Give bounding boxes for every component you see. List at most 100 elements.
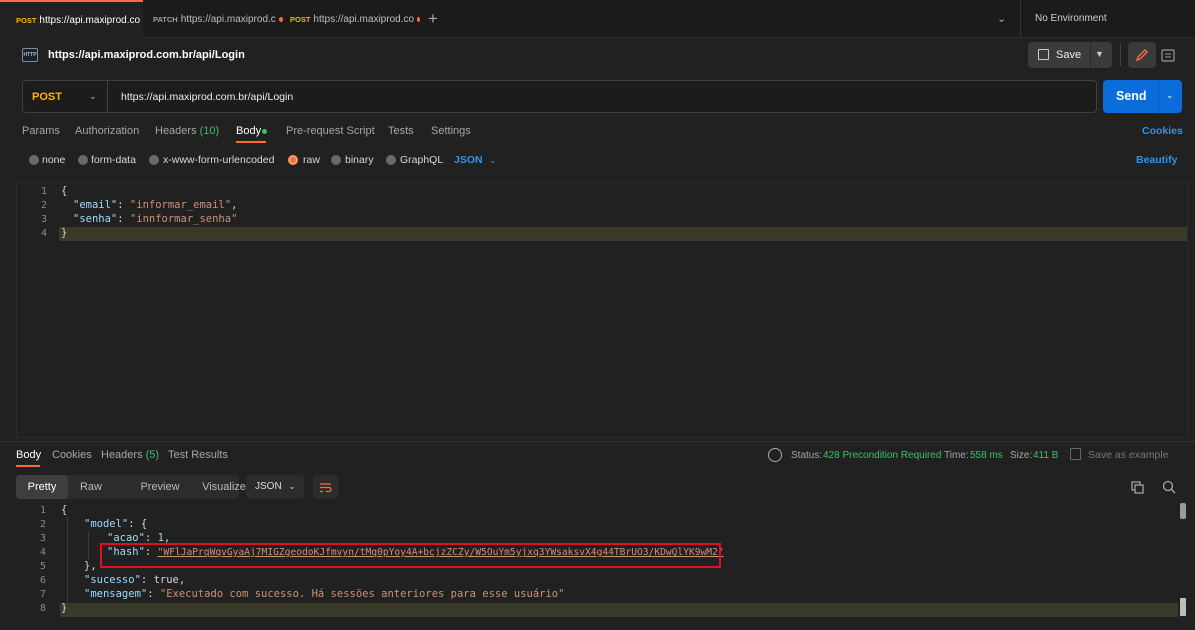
tab-method: POST: [16, 15, 37, 25]
radio-none-label: none: [42, 154, 66, 166]
radio-raw[interactable]: [288, 155, 298, 165]
code-line: "sucesso": true,: [84, 574, 186, 586]
current-line-highlight: [59, 227, 1187, 241]
request-tab-1[interactable]: POST https://api.maxiprod.co: [0, 0, 143, 38]
response-tab-cookies[interactable]: Cookies: [52, 449, 92, 461]
response-format-select[interactable]: JSON ⌄: [246, 475, 304, 499]
radio-raw-label: raw: [303, 154, 320, 166]
response-tab-test-results[interactable]: Test Results: [168, 449, 228, 461]
tab-method: POST: [290, 14, 311, 24]
comments-icon[interactable]: [1158, 44, 1178, 66]
size-value[interactable]: 411 B: [1033, 450, 1058, 461]
indent-guide: [67, 517, 68, 603]
tab-body[interactable]: Body: [236, 125, 261, 137]
code-line: "mensagem": "Executado com sucesso. Há s…: [84, 588, 565, 600]
line-number: 4: [40, 228, 47, 239]
active-tab-underline: [16, 465, 40, 467]
radio-graphql[interactable]: [386, 155, 396, 165]
tab-params[interactable]: Params: [22, 125, 60, 137]
copy-icon[interactable]: [1131, 481, 1144, 497]
send-options-chevron-down-icon[interactable]: ⌄: [1166, 90, 1174, 101]
new-tab-plus-icon[interactable]: +: [428, 9, 438, 29]
tab-settings[interactable]: Settings: [431, 125, 471, 137]
url-bar: POST ⌄ https://api.maxiprod.com.br/api/L…: [22, 80, 1097, 113]
save-icon: [1038, 49, 1049, 60]
headers-count: (10): [199, 125, 220, 137]
tab-url: https://api.maxiprod.co: [39, 14, 141, 26]
scrollbar-thumb[interactable]: [1180, 598, 1186, 616]
save-as-example-button[interactable]: Save as example: [1088, 449, 1169, 461]
divider: [1090, 42, 1091, 68]
code-line: "model": {: [84, 518, 148, 530]
edit-pencil-icon[interactable]: [1128, 42, 1156, 68]
radio-urlencoded-label: x-www-form-urlencoded: [163, 154, 275, 166]
size-label: Size:: [1010, 450, 1033, 461]
view-visualize-button[interactable]: Visualize: [196, 475, 252, 499]
url-input[interactable]: https://api.maxiprod.com.br/api/Login: [121, 91, 293, 103]
line-number: 3: [40, 214, 47, 225]
divider: [1158, 80, 1159, 113]
line-number: 4: [39, 547, 46, 558]
response-format-label: JSON: [255, 481, 282, 492]
chevron-down-icon: ⌄: [288, 481, 296, 491]
line-number: 6: [39, 575, 46, 586]
wrap-lines-icon[interactable]: [313, 475, 338, 499]
search-icon[interactable]: [1162, 480, 1176, 497]
radio-none[interactable]: [29, 155, 39, 165]
code-line: {: [61, 185, 67, 197]
view-preview-button[interactable]: Preview: [120, 475, 200, 499]
active-tab-underline: [236, 141, 266, 143]
environment-selector[interactable]: No Environment: [1035, 13, 1107, 24]
tab-tests[interactable]: Tests: [388, 125, 414, 137]
cookies-link[interactable]: Cookies: [1142, 125, 1183, 137]
request-body-editor[interactable]: 1 2 3 4 { "email": "informar_email", "se…: [16, 182, 1188, 438]
save-options-chevron-down-icon[interactable]: ▼: [1095, 49, 1104, 59]
json-brace: {: [61, 504, 68, 516]
tab-headers[interactable]: Headers (10): [155, 125, 219, 137]
line-number: 1: [39, 505, 46, 516]
response-tab-headers[interactable]: Headers (5): [101, 449, 159, 461]
save-example-icon: [1070, 448, 1081, 460]
request-title[interactable]: https://api.maxiprod.com.br/api/Login: [48, 49, 245, 61]
radio-urlencoded[interactable]: [149, 155, 159, 165]
response-tab-body[interactable]: Body: [16, 449, 41, 461]
status-label: Status:: [791, 450, 823, 461]
radio-form-data-label: form-data: [91, 154, 136, 166]
json-brace: }: [61, 602, 68, 614]
json-key: "mensagem": [84, 588, 148, 600]
response-headers-count: (5): [145, 449, 160, 461]
save-button[interactable]: Save ▼: [1028, 42, 1112, 68]
response-view-switcher: Pretty Raw Preview Visualize: [16, 475, 246, 499]
radio-binary[interactable]: [331, 155, 341, 165]
code-line: "senha": "innformar_senha": [73, 213, 238, 225]
scrollbar-thumb[interactable]: [1180, 503, 1186, 519]
body-format-select[interactable]: JSON: [454, 154, 483, 166]
globe-icon[interactable]: [768, 448, 782, 462]
view-pretty-button[interactable]: Pretty: [16, 475, 68, 499]
time-value[interactable]: 558 ms: [970, 450, 1003, 461]
tabs-menu-chevron-down-icon[interactable]: ⌄: [997, 12, 1006, 25]
http-method-select[interactable]: POST: [32, 91, 62, 103]
request-tab-2[interactable]: PATCH https://api.maxiprod.c: [147, 0, 283, 38]
code-line: }: [61, 602, 67, 614]
chevron-down-icon[interactable]: ⌄: [89, 91, 97, 102]
request-tab-bar: POST https://api.maxiprod.co PATCH https…: [0, 0, 1195, 38]
json-boolean: true: [153, 574, 179, 586]
status-value[interactable]: 428 Precondition Required: [823, 450, 941, 461]
radio-binary-label: binary: [345, 154, 374, 166]
line-number: 1: [40, 186, 47, 197]
code-line: },: [84, 560, 97, 572]
tab-authorization[interactable]: Authorization: [75, 125, 139, 137]
beautify-link[interactable]: Beautify: [1136, 154, 1177, 166]
code-line: "email": "informar_email",: [73, 199, 238, 211]
chevron-down-icon[interactable]: ⌄: [489, 155, 497, 166]
view-raw-button[interactable]: Raw: [76, 475, 106, 499]
radio-form-data[interactable]: [78, 155, 88, 165]
tab-pre-request-script[interactable]: Pre-request Script: [286, 125, 375, 137]
send-button[interactable]: Send ⌄: [1103, 80, 1182, 113]
json-key: "email": [73, 199, 118, 211]
request-tab-3[interactable]: POST https://api.maxiprod.co: [284, 0, 420, 38]
current-line-highlight: [60, 603, 1178, 617]
json-string: "innformar_senha": [129, 213, 238, 225]
tab-headers-label: Headers: [155, 125, 197, 137]
